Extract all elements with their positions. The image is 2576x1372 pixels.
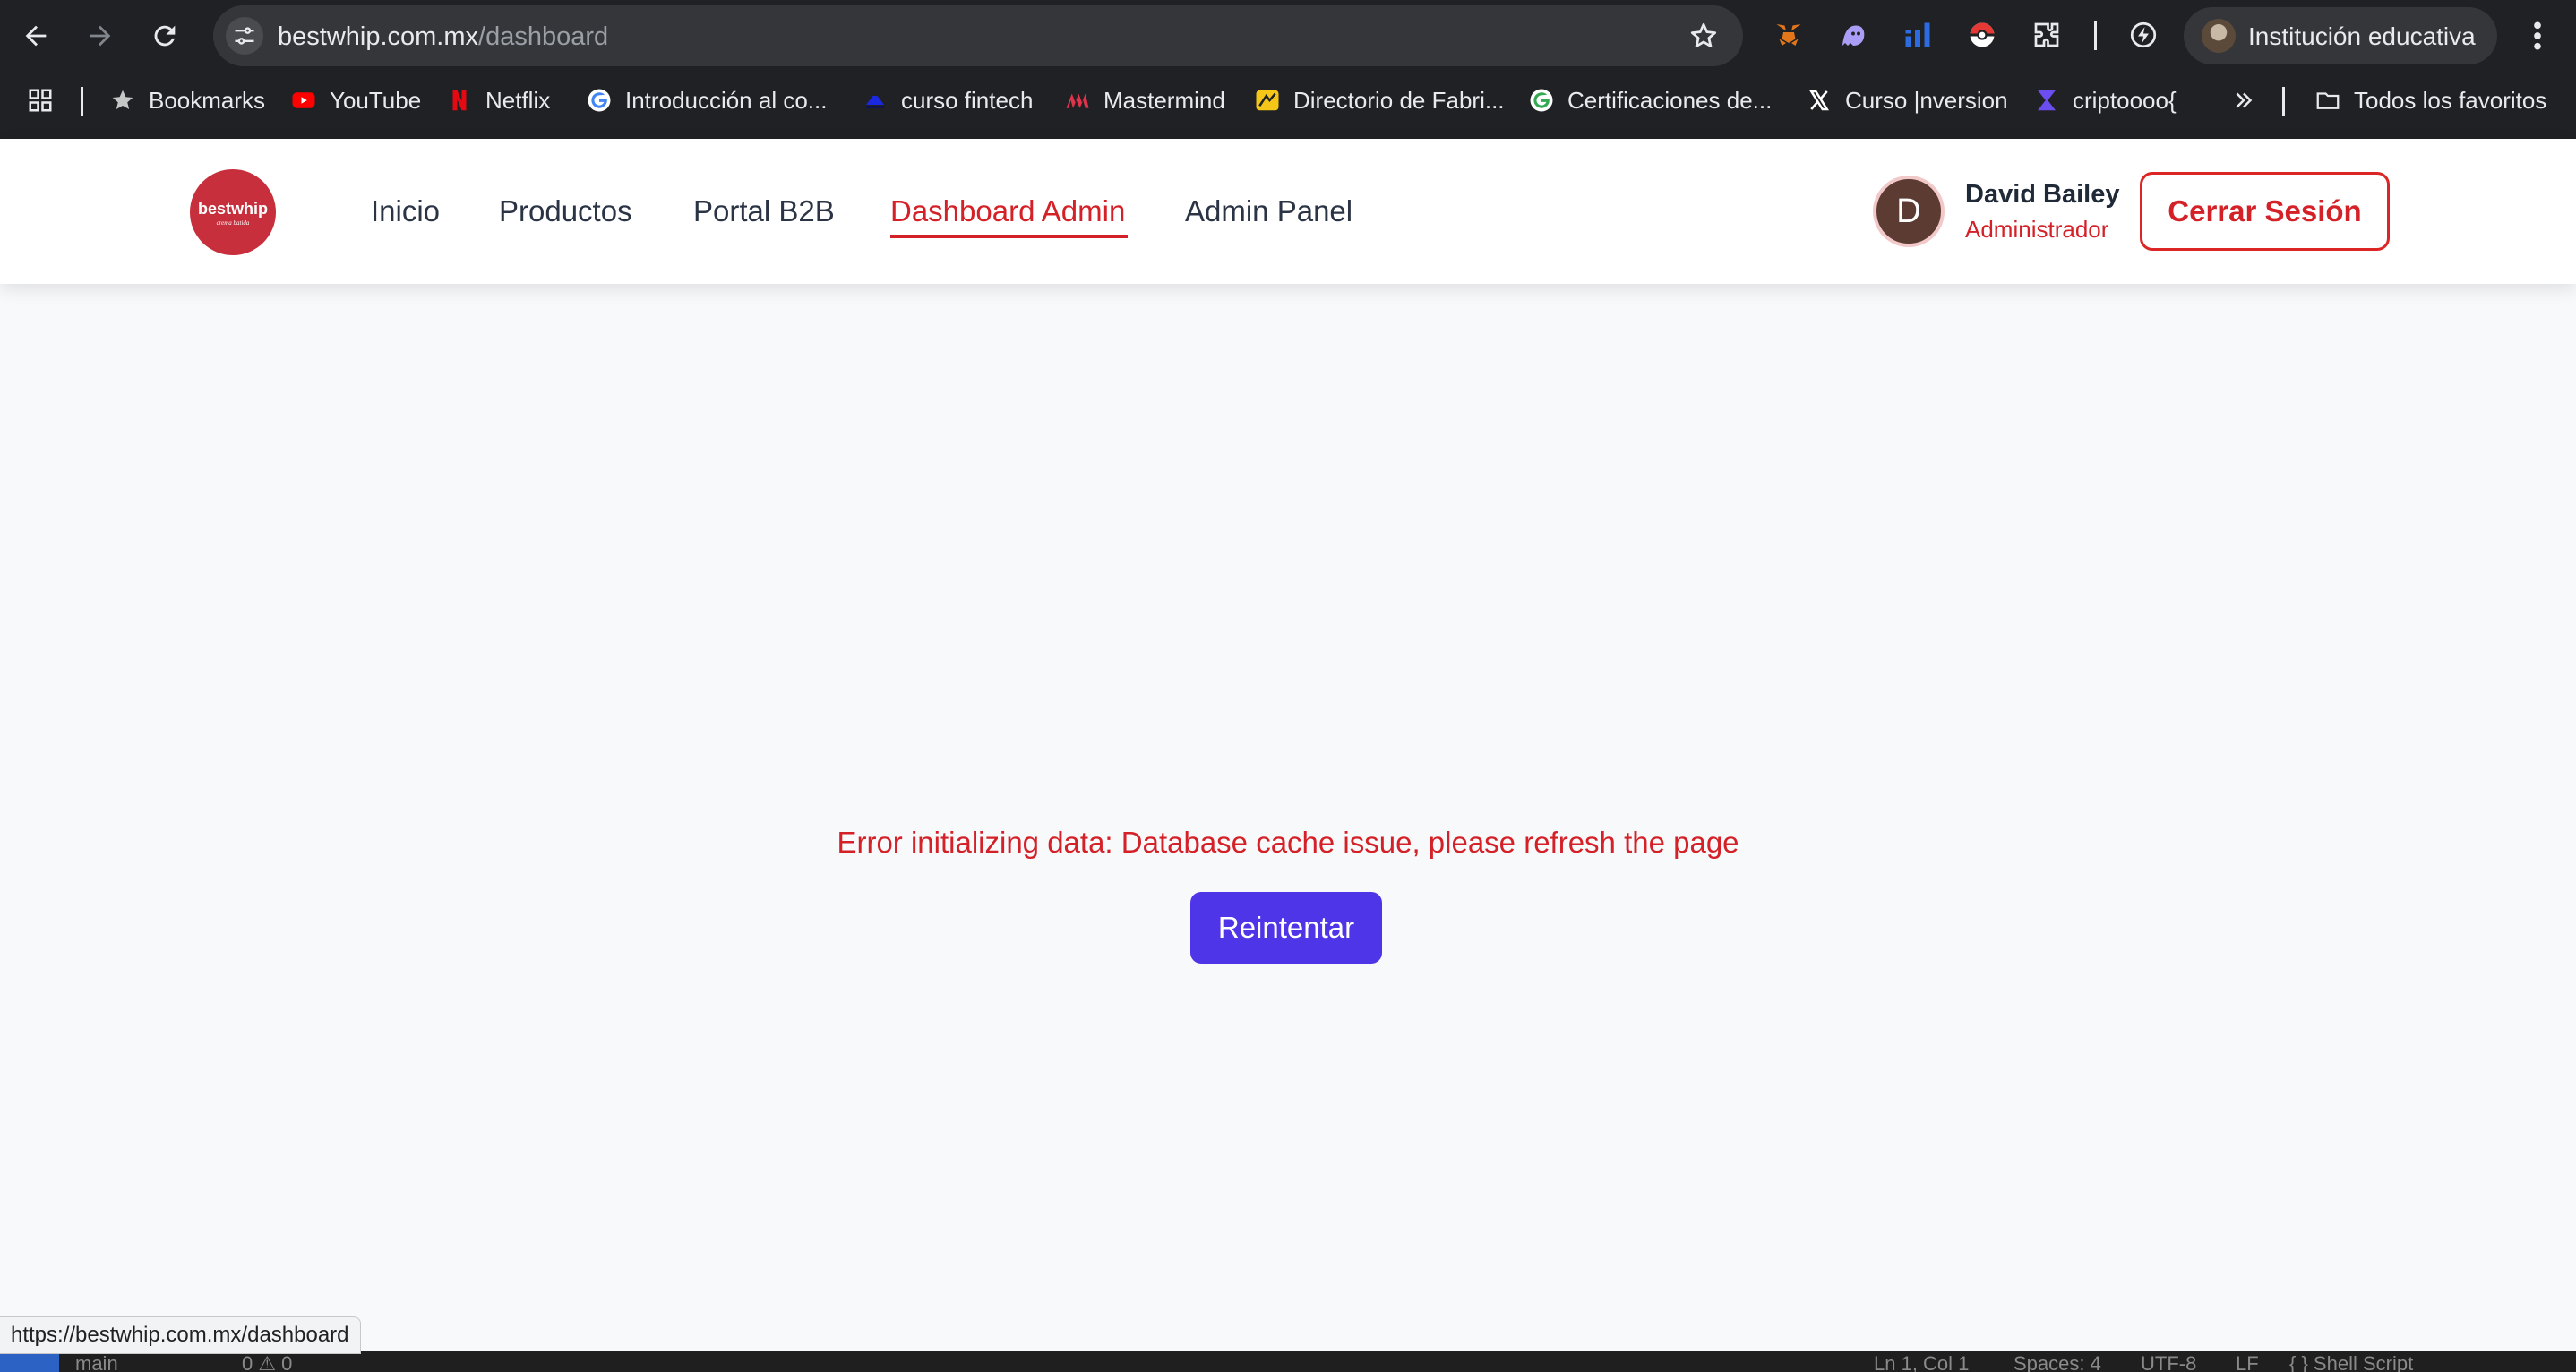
- kebab-menu-icon[interactable]: [2524, 18, 2551, 54]
- bookmarks-bar: Bookmarks YouTube Netflix Introducción a…: [0, 79, 2576, 124]
- user-name: David Bailey: [1965, 180, 2120, 209]
- bookmark-label: Mastermind: [1103, 86, 1225, 114]
- reload-icon: [154, 25, 176, 47]
- bookmark-label: criptoooo{: [2073, 86, 2177, 114]
- nav-dashboard-admin[interactable]: Dashboard Admin: [890, 194, 1125, 228]
- nav-portal-b2b[interactable]: Portal B2B: [693, 194, 835, 228]
- apps-button[interactable]: [27, 82, 54, 118]
- x-icon: [1806, 87, 1833, 114]
- bookmark-item[interactable]: Curso |nversion: [1806, 82, 2008, 118]
- svg-text:bestwhip: bestwhip: [198, 200, 268, 218]
- mastermind-icon: [1064, 87, 1091, 114]
- bookmark-item[interactable]: curso fintech: [862, 82, 1033, 118]
- address-bar[interactable]: bestwhip.com.mx/dashboard: [213, 5, 1743, 66]
- bookmark-item[interactable]: Certificaciones de...: [1528, 82, 1772, 118]
- bookmark-label: Directorio de Fabri...: [1293, 86, 1505, 114]
- bookmark-item[interactable]: Netflix: [446, 82, 550, 118]
- tune-icon: [235, 27, 254, 45]
- encoding[interactable]: UTF-8: [2141, 1352, 2196, 1372]
- browser-chrome: bestwhip.com.mx/dashboard Institución ed…: [0, 0, 2576, 139]
- bookmark-item[interactable]: Mastermind: [1064, 82, 1225, 118]
- ghost-extension-icon[interactable]: [1836, 18, 1870, 52]
- bookmark-label: Netflix: [485, 86, 551, 114]
- bookmark-star-icon[interactable]: [1687, 20, 1720, 52]
- nav-inicio[interactable]: Inicio: [371, 194, 440, 228]
- arrow-left-icon: [25, 25, 47, 47]
- bookmark-label: curso fintech: [901, 86, 1034, 114]
- site-info-button[interactable]: [226, 17, 263, 55]
- bestwhip-logo[interactable]: bestwhip crema batida: [190, 169, 276, 255]
- git-branch[interactable]: main: [75, 1352, 118, 1372]
- directory-icon: [1254, 87, 1281, 114]
- analytics-extension-icon[interactable]: [1901, 18, 1935, 52]
- bookmark-item[interactable]: Introducción al co...: [586, 82, 827, 118]
- google-icon: [586, 87, 613, 114]
- profile-button[interactable]: Institución educativa: [2184, 7, 2497, 64]
- line-ending[interactable]: LF: [2236, 1352, 2259, 1372]
- retry-button[interactable]: Reintentar: [1190, 892, 1382, 964]
- url-text: bestwhip.com.mx/dashboard: [278, 22, 608, 52]
- all-bookmarks-label: Todos los favoritos: [2354, 86, 2547, 114]
- nav-admin-panel[interactable]: Admin Panel: [1185, 194, 1352, 228]
- link-hover-status: https://bestwhip.com.mx/dashboard: [0, 1316, 361, 1354]
- svg-text:crema batida: crema batida: [217, 219, 250, 227]
- site-header: bestwhip crema batida Inicio Productos P…: [0, 139, 2576, 284]
- indentation[interactable]: Spaces: 4: [2014, 1352, 2101, 1372]
- problems-count[interactable]: 0 ⚠ 0: [242, 1352, 292, 1372]
- metamask-extension-icon[interactable]: [1772, 18, 1806, 52]
- url-host: bestwhip.com.mx: [278, 22, 479, 51]
- double-chevron-right-icon: [2230, 87, 2257, 114]
- back-button[interactable]: [16, 16, 56, 56]
- folder-icon: [2314, 87, 2341, 114]
- profile-label: Institución educativa: [2248, 22, 2476, 50]
- user-role: Administrador: [1965, 216, 2109, 243]
- toolbar-divider: [2094, 21, 2097, 50]
- pokeball-extension-icon[interactable]: [1965, 18, 1999, 52]
- bookmarks-divider: [2282, 87, 2285, 116]
- platzi-icon: [862, 87, 889, 114]
- google-icon: [1528, 87, 1555, 114]
- bookmark-label: YouTube: [330, 86, 422, 114]
- bookmark-item[interactable]: Directorio de Fabri...: [1254, 82, 1505, 118]
- bookmark-label: Bookmarks: [149, 86, 266, 114]
- youtube-icon: [290, 87, 317, 114]
- star-icon: [109, 87, 136, 114]
- cursor-position[interactable]: Ln 1, Col 1: [1874, 1352, 1969, 1372]
- reload-button[interactable]: [145, 16, 185, 56]
- bookmark-label: Introducción al co...: [625, 86, 828, 114]
- arrow-right-icon: [90, 25, 111, 47]
- puzzle-extensions-icon[interactable]: [2030, 18, 2064, 52]
- apps-grid-icon: [27, 87, 54, 114]
- active-nav-underline: [890, 235, 1128, 238]
- bookmarks-divider: [81, 87, 83, 116]
- url-path: /dashboard: [478, 22, 609, 51]
- language-mode[interactable]: { } Shell Script: [2289, 1352, 2413, 1372]
- bookmark-label: Certificaciones de...: [1567, 86, 1773, 114]
- kraken-icon: [2033, 87, 2060, 114]
- more-bookmarks-button[interactable]: [2230, 82, 2257, 118]
- all-bookmarks-folder[interactable]: Todos los favoritos: [2314, 82, 2546, 118]
- nav-productos[interactable]: Productos: [499, 194, 632, 228]
- user-avatar[interactable]: D: [1873, 176, 1945, 247]
- bookmark-item[interactable]: YouTube: [290, 82, 421, 118]
- bookmark-item[interactable]: Bookmarks: [109, 82, 265, 118]
- bookmark-item[interactable]: criptoooo{: [2033, 82, 2177, 118]
- forward-button[interactable]: [81, 16, 120, 56]
- bookmark-label: Curso |nversion: [1845, 86, 2008, 114]
- performance-icon[interactable]: [2126, 18, 2160, 52]
- error-message: Error initializing data: Database cache …: [837, 826, 1739, 859]
- netflix-icon: [446, 87, 473, 114]
- logout-button[interactable]: Cerrar Sesión: [2140, 172, 2390, 251]
- profile-avatar: [2202, 19, 2236, 53]
- editor-status-bar: main 0 ⚠ 0 Ln 1, Col 1 Spaces: 4 UTF-8 L…: [0, 1351, 2576, 1372]
